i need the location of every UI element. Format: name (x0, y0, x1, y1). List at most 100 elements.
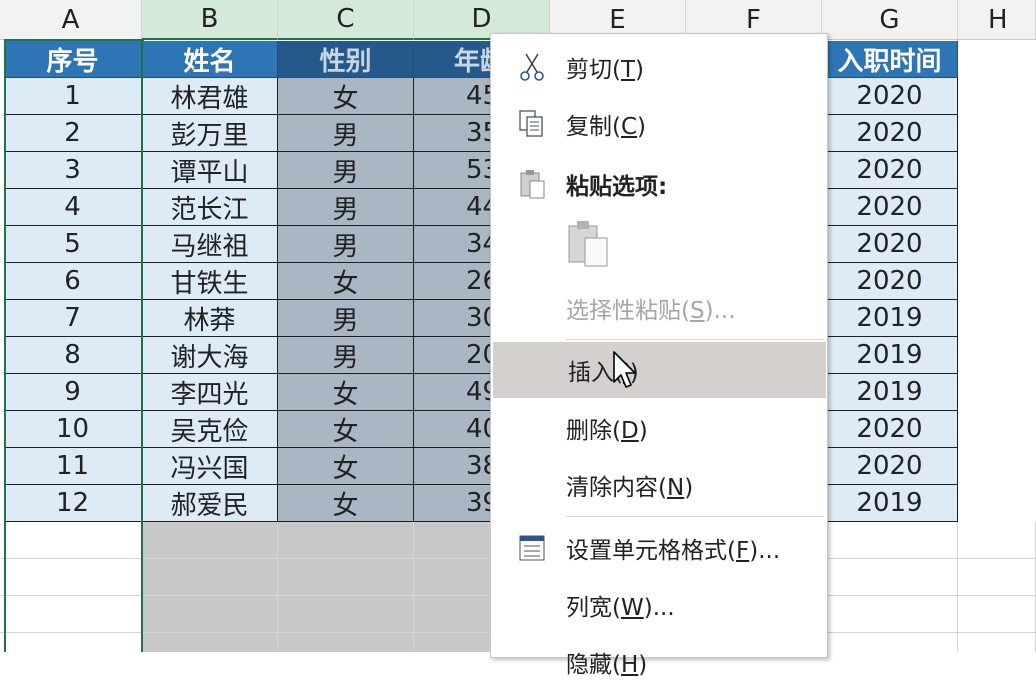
cell-hire-year[interactable]: 2020 (822, 226, 958, 263)
empty-cell[interactable] (414, 596, 490, 633)
cell-sex[interactable]: 男 (278, 300, 414, 337)
empty-cell[interactable] (414, 522, 490, 559)
menu-item-insert[interactable]: 插入(I) (493, 342, 826, 398)
cell-name[interactable]: 范长江 (142, 189, 278, 226)
cell-name[interactable]: 马继祖 (142, 226, 278, 263)
menu-item-format-cells[interactable]: 设置单元格格式(F)... (491, 520, 827, 576)
cell-no[interactable]: 9 (4, 374, 142, 411)
header-cell-no[interactable]: 序号 (4, 41, 142, 78)
cell-sex[interactable]: 女 (278, 263, 414, 300)
empty-cell[interactable] (822, 633, 958, 652)
cell-sex[interactable]: 男 (278, 189, 414, 226)
column-header-g[interactable]: G (822, 0, 958, 40)
header-cell-name[interactable]: 姓名 (142, 41, 278, 78)
cell-name[interactable]: 彭万里 (142, 115, 278, 152)
menu-separator (566, 516, 824, 517)
empty-cell[interactable] (822, 596, 958, 633)
cell-sex[interactable]: 女 (278, 374, 414, 411)
menu-paste-options-header: 粘贴选项: (491, 156, 827, 212)
cell-no[interactable]: 11 (4, 448, 142, 485)
copy-icon (517, 109, 547, 139)
cell-sex[interactable]: 女 (278, 485, 414, 522)
cell-sex[interactable]: 男 (278, 115, 414, 152)
empty-cell[interactable] (822, 559, 958, 596)
empty-cell[interactable] (278, 522, 414, 559)
cell-name[interactable]: 林莽 (142, 300, 278, 337)
cell-name[interactable]: 吴克俭 (142, 411, 278, 448)
menu-item-clear-contents[interactable]: 清除内容(N) (491, 457, 827, 513)
cell-hire-year[interactable]: 2020 (822, 263, 958, 300)
menu-item-column-width[interactable]: 列宽(W)... (491, 577, 827, 633)
cell-hire-year[interactable]: 2020 (822, 189, 958, 226)
cell-no[interactable]: 8 (4, 337, 142, 374)
cell-hire-year[interactable]: 2019 (822, 300, 958, 337)
empty-cell[interactable] (958, 633, 1036, 652)
cell-sex[interactable]: 女 (278, 411, 414, 448)
cell-name[interactable]: 郝爱民 (142, 485, 278, 522)
cell-no[interactable]: 2 (4, 115, 142, 152)
clipboard-icon (517, 169, 547, 199)
cell-name[interactable]: 谢大海 (142, 337, 278, 374)
column-header-h[interactable]: H (958, 0, 1036, 40)
cell-no[interactable]: 5 (4, 226, 142, 263)
menu-item-copy[interactable]: 复制(C) (491, 96, 827, 152)
empty-cell[interactable] (958, 522, 1036, 559)
cell-hire-year[interactable]: 2019 (822, 337, 958, 374)
cell-sex[interactable]: 女 (278, 78, 414, 115)
empty-cell[interactable] (0, 596, 142, 633)
empty-cell[interactable] (414, 559, 490, 596)
empty-cell[interactable] (142, 596, 278, 633)
cell-no[interactable]: 3 (4, 152, 142, 189)
empty-cell[interactable] (0, 559, 142, 596)
menu-item-cut[interactable]: 剪切(T) (491, 39, 827, 95)
cell-hire-year[interactable]: 2020 (822, 115, 958, 152)
selection-border (141, 40, 143, 652)
cell-name[interactable]: 冯兴国 (142, 448, 278, 485)
cell-no[interactable]: 6 (4, 263, 142, 300)
cell-hire-year[interactable]: 2019 (822, 485, 958, 522)
column-header-c[interactable]: C (278, 0, 414, 40)
cell-no[interactable]: 10 (4, 411, 142, 448)
cell-sex[interactable]: 男 (278, 226, 414, 263)
cell-sex[interactable]: 男 (278, 337, 414, 374)
cell-hire-year[interactable]: 2019 (822, 374, 958, 411)
cell-hire-year[interactable]: 2020 (822, 411, 958, 448)
empty-cell[interactable] (0, 633, 142, 652)
empty-cell[interactable] (822, 522, 958, 559)
empty-cell[interactable] (142, 522, 278, 559)
menu-separator (566, 339, 824, 340)
empty-cell[interactable] (278, 633, 414, 652)
cell-hire-year[interactable]: 2020 (822, 78, 958, 115)
column-header-a[interactable]: A (0, 0, 142, 40)
cell-hire-year[interactable]: 2020 (822, 152, 958, 189)
header-cell-sex[interactable]: 性别 (278, 41, 414, 78)
empty-cell[interactable] (142, 633, 278, 652)
empty-cell[interactable] (958, 559, 1036, 596)
context-menu: 剪切(T) 复制(C) 粘贴选项: 选择性粘贴(S)... 插入(I) 删除(D… (490, 33, 828, 678)
empty-cell[interactable] (0, 522, 142, 559)
header-cell-hire-year[interactable]: 入职时间 (822, 41, 958, 78)
paste-button[interactable] (491, 214, 827, 274)
paste-icon (567, 220, 611, 268)
menu-item-hide[interactable]: 隐藏(H) (491, 634, 827, 690)
cell-no[interactable]: 7 (4, 300, 142, 337)
empty-cell[interactable] (414, 633, 490, 652)
column-header-b[interactable]: B (142, 0, 278, 40)
format-cells-icon (517, 533, 547, 563)
cell-sex[interactable]: 男 (278, 152, 414, 189)
cell-name[interactable]: 李四光 (142, 374, 278, 411)
cell-hire-year[interactable]: 2020 (822, 448, 958, 485)
cell-sex[interactable]: 女 (278, 448, 414, 485)
menu-item-delete[interactable]: 删除(D) (491, 400, 827, 456)
empty-cell[interactable] (958, 596, 1036, 633)
menu-item-paste-special[interactable]: 选择性粘贴(S)... (491, 280, 827, 336)
cell-no[interactable]: 4 (4, 189, 142, 226)
cell-name[interactable]: 林君雄 (142, 78, 278, 115)
empty-cell[interactable] (278, 596, 414, 633)
empty-cell[interactable] (278, 559, 414, 596)
cell-name[interactable]: 甘铁生 (142, 263, 278, 300)
cell-no[interactable]: 1 (4, 78, 142, 115)
cell-name[interactable]: 谭平山 (142, 152, 278, 189)
empty-cell[interactable] (142, 559, 278, 596)
cell-no[interactable]: 12 (4, 485, 142, 522)
